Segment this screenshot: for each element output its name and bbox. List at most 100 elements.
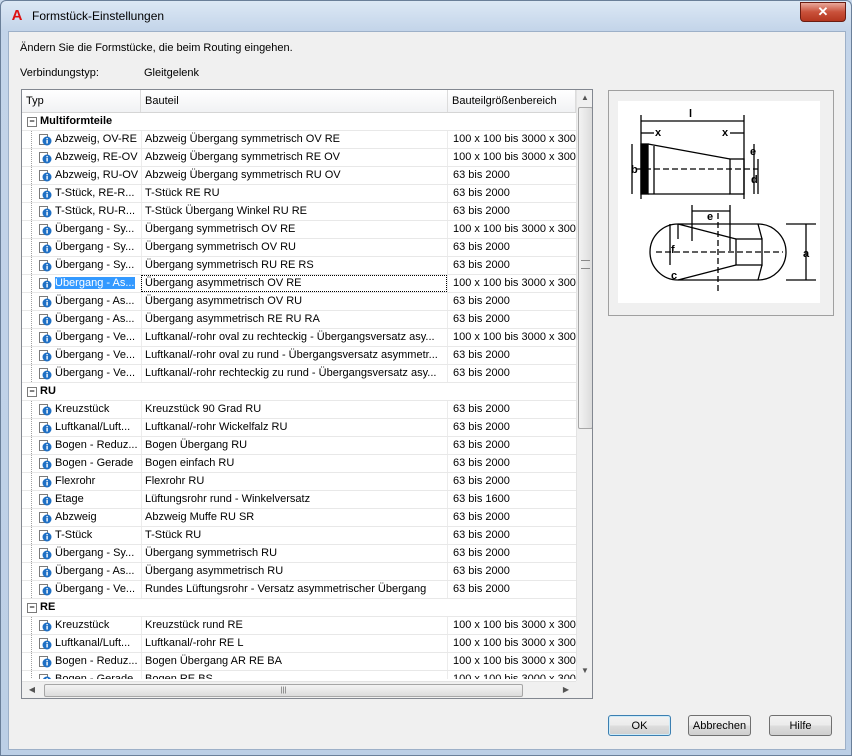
table-row[interactable]: Übergang - As... Übergang asymmetrisch RE…	[22, 311, 576, 329]
cell-bauteil[interactable]: Kreuzstück 90 Grad RU	[141, 401, 447, 418]
table-row[interactable]: Kreuzstück Kreuzstück 90 Grad RU 63 bis 20…	[22, 401, 576, 419]
cell-bauteil[interactable]: Übergang symmetrisch RU	[141, 545, 447, 562]
cell-typ[interactable]: Flexrohr	[41, 473, 141, 490]
collapse-toggle-icon[interactable]: −	[27, 387, 37, 397]
cell-bauteil[interactable]: Kreuzstück rund RE	[141, 617, 447, 634]
table-row[interactable]: Bogen - Gerade Bogen einfach RU 63 bis 200…	[22, 455, 576, 473]
cell-bauteil[interactable]: T-Stück Übergang Winkel RU RE	[141, 203, 447, 220]
cell-bauteil[interactable]: Bogen RE BS	[141, 671, 447, 679]
group-row[interactable]: − Multiformteile	[22, 113, 576, 131]
cell-bauteil[interactable]: Übergang asymmetrisch RE RU RA	[141, 311, 447, 328]
cell-typ[interactable]: Luftkanal/Luft...	[41, 635, 141, 652]
cell-typ[interactable]: T-Stück, RU-R...	[41, 203, 141, 220]
close-button[interactable]: ✕	[800, 2, 846, 22]
cell-typ[interactable]: Übergang - As...	[41, 563, 141, 580]
cell-bauteil[interactable]: Luftkanal/-rohr oval zu rechteckig - Übe…	[141, 329, 447, 346]
cell-typ[interactable]: Übergang - As...	[41, 311, 141, 328]
table-row[interactable]: Übergang - Sy... Übergang symmetrisch RU …	[22, 257, 576, 275]
table-row[interactable]: Übergang - Sy... Übergang symmetrisch OV …	[22, 239, 576, 257]
cell-typ[interactable]: Übergang - Ve...	[41, 581, 141, 598]
cell-typ[interactable]: T-Stück, RE-R...	[41, 185, 141, 202]
cell-bauteil[interactable]: Übergang asymmetrisch RU	[141, 563, 447, 580]
cell-bauteil[interactable]: Flexrohr RU	[141, 473, 447, 490]
cell-bauteil[interactable]: Bogen Übergang AR RE BA	[141, 653, 447, 670]
cell-bauteil[interactable]: Abzweig Muffe RU SR	[141, 509, 447, 526]
cell-typ[interactable]: Übergang - As...	[41, 275, 141, 292]
cell-bauteil[interactable]: Bogen einfach RU	[141, 455, 447, 472]
horizontal-scroll-thumb[interactable]: |||	[44, 684, 523, 697]
cell-bauteil[interactable]: T-Stück RU	[141, 527, 447, 544]
scroll-down-arrow-icon[interactable]: ▼	[577, 666, 592, 675]
table-row[interactable]: Luftkanal/Luft... Luftkanal/-rohr Wickelf…	[22, 419, 576, 437]
cell-typ[interactable]: Abzweig, RU-OV	[41, 167, 141, 184]
cell-bauteil[interactable]: Abzweig Übergang symmetrisch OV RE	[141, 131, 447, 148]
table-row[interactable]: Kreuzstück Kreuzstück rund RE 100 x 100 bi…	[22, 617, 576, 635]
cell-typ[interactable]: Übergang - Sy...	[41, 257, 141, 274]
cell-typ[interactable]: Bogen - Reduz...	[41, 653, 141, 670]
cell-typ[interactable]: Übergang - Ve...	[41, 329, 141, 346]
table-row[interactable]: T-Stück, RE-R... T-Stück RE RU 63 bis 2000	[22, 185, 576, 203]
cell-typ[interactable]: Kreuzstück	[41, 401, 141, 418]
cell-typ[interactable]: Abzweig, OV-RE	[41, 131, 141, 148]
column-header-typ[interactable]: Typ	[22, 90, 141, 112]
table-row[interactable]: Übergang - Ve... Luftkanal/-rohr rechteck…	[22, 365, 576, 383]
cell-bauteil[interactable]: Luftkanal/-rohr rechteckig zu rund - Übe…	[141, 365, 447, 382]
table-row[interactable]: T-Stück, RU-R... T-Stück Übergang Winkel …	[22, 203, 576, 221]
cell-typ[interactable]: Luftkanal/Luft...	[41, 419, 141, 436]
scroll-left-arrow-icon[interactable]: ◀	[24, 685, 40, 694]
cell-bauteil[interactable]: Übergang symmetrisch RU RE RS	[141, 257, 447, 274]
cell-bauteil[interactable]: Bogen Übergang RU	[141, 437, 447, 454]
cell-typ[interactable]: Übergang - Ve...	[41, 365, 141, 382]
table-row[interactable]: Bogen - Reduz... Bogen Übergang AR RE BA 1…	[22, 653, 576, 671]
table-row[interactable]: Etage Lüftungsrohr rund - Winkelversatz 63…	[22, 491, 576, 509]
table-row[interactable]: Abzweig, OV-RE Abzweig Übergang symmetris…	[22, 131, 576, 149]
table-row[interactable]: Bogen - Gerade Bogen RE BS 100 x 100 bis 3…	[22, 671, 576, 679]
cell-bauteil[interactable]: Luftkanal/-rohr oval zu rund - Übergangs…	[141, 347, 447, 364]
cell-typ[interactable]: Übergang - As...	[41, 293, 141, 310]
cell-typ[interactable]: Etage	[41, 491, 141, 508]
cancel-button[interactable]: Abbrechen	[688, 715, 751, 736]
cell-typ[interactable]: Übergang - Ve...	[41, 347, 141, 364]
table-row[interactable]: Luftkanal/Luft... Luftkanal/-rohr RE L 100…	[22, 635, 576, 653]
ok-button[interactable]: OK	[608, 715, 671, 736]
scroll-up-arrow-icon[interactable]: ▲	[577, 93, 592, 102]
cell-bauteil[interactable]: Übergang asymmetrisch OV RU	[141, 293, 447, 310]
vertical-scrollbar[interactable]: ▲ ▼	[576, 90, 592, 681]
table-row[interactable]: Übergang - As... Übergang asymmetrisch OV…	[22, 293, 576, 311]
scroll-right-arrow-icon[interactable]: ▶	[558, 685, 574, 694]
table-row[interactable]: Abzweig Abzweig Muffe RU SR 63 bis 2000	[22, 509, 576, 527]
cell-typ[interactable]: Abzweig, RE-OV	[41, 149, 141, 166]
cell-typ[interactable]: Bogen - Gerade	[41, 455, 141, 472]
vertical-scroll-thumb[interactable]	[578, 107, 592, 429]
column-header-bauteil[interactable]: Bauteil	[141, 90, 448, 112]
cell-typ[interactable]: Bogen - Gerade	[41, 671, 141, 679]
table-row[interactable]: Flexrohr Flexrohr RU 63 bis 2000	[22, 473, 576, 491]
cell-typ[interactable]: Übergang - Sy...	[41, 545, 141, 562]
table-row[interactable]: Übergang - Ve... Luftkanal/-rohr oval zu …	[22, 347, 576, 365]
table-row[interactable]: Abzweig, RU-OV Abzweig Übergang symmetris…	[22, 167, 576, 185]
group-row[interactable]: − RU	[22, 383, 576, 401]
cell-bauteil[interactable]: Lüftungsrohr rund - Winkelversatz	[141, 491, 447, 508]
cell-typ[interactable]: Abzweig	[41, 509, 141, 526]
table-row[interactable]: Bogen - Reduz... Bogen Übergang RU 63 bis …	[22, 437, 576, 455]
group-row[interactable]: − RE	[22, 599, 576, 617]
table-row[interactable]: T-Stück T-Stück RU 63 bis 2000	[22, 527, 576, 545]
cell-typ[interactable]: Übergang - Sy...	[41, 221, 141, 238]
horizontal-scrollbar[interactable]: ◀ ||| ▶	[22, 681, 576, 698]
cell-bauteil[interactable]: Übergang asymmetrisch OV RE	[141, 275, 447, 292]
cell-bauteil[interactable]: Luftkanal/-rohr RE L	[141, 635, 447, 652]
cell-typ[interactable]: Bogen - Reduz...	[41, 437, 141, 454]
column-header-size-range[interactable]: Bauteilgrößenbereich	[448, 90, 576, 112]
cell-bauteil[interactable]: Übergang symmetrisch OV RU	[141, 239, 447, 256]
cell-bauteil[interactable]: Abzweig Übergang symmetrisch RE OV	[141, 149, 447, 166]
cell-bauteil[interactable]: Rundes Lüftungsrohr - Versatz asymmetris…	[141, 581, 447, 598]
collapse-toggle-icon[interactable]: −	[27, 117, 37, 127]
table-row[interactable]: Übergang - As... Übergang asymmetrisch RU…	[22, 563, 576, 581]
table-row[interactable]: Übergang - Sy... Übergang symmetrisch RU 6…	[22, 545, 576, 563]
cell-typ[interactable]: Übergang - Sy...	[41, 239, 141, 256]
cell-typ[interactable]: T-Stück	[41, 527, 141, 544]
table-row[interactable]: Übergang - Ve... Luftkanal/-rohr oval zu …	[22, 329, 576, 347]
collapse-toggle-icon[interactable]: −	[27, 603, 37, 613]
cell-bauteil[interactable]: Übergang symmetrisch OV RE	[141, 221, 447, 238]
cell-bauteil[interactable]: Abzweig Übergang symmetrisch RU OV	[141, 167, 447, 184]
